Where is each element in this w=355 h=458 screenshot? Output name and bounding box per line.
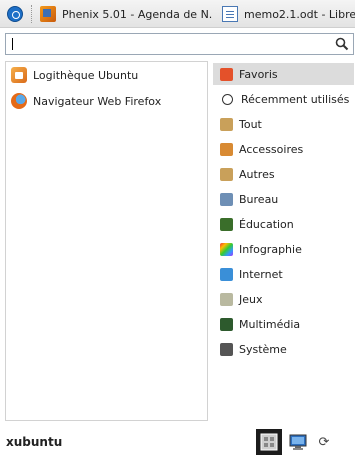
- category-infographie[interactable]: Infographie: [213, 238, 354, 260]
- category-jeux[interactable]: Jeux: [213, 288, 354, 310]
- search-box[interactable]: [5, 33, 354, 55]
- app-window-icon: [40, 6, 56, 22]
- lock-screen-button[interactable]: [285, 429, 311, 455]
- text-cursor: [12, 38, 13, 50]
- firefox-icon: [11, 93, 27, 109]
- logout-button[interactable]: ⟳: [311, 429, 337, 455]
- writer-document-icon: [222, 6, 238, 22]
- category-label: Récemment utilisés: [241, 92, 350, 106]
- category-accessoires[interactable]: Accessoires: [213, 138, 354, 160]
- username-label: xubuntu: [6, 435, 63, 449]
- taskbar-window-button[interactable]: memo2.1.odt - LibreO: [222, 2, 355, 26]
- internet-icon: [220, 267, 233, 281]
- app-item-label: Navigateur Web Firefox: [33, 94, 162, 108]
- xfce-menu-icon[interactable]: [7, 6, 23, 22]
- category-internet[interactable]: Internet: [213, 263, 354, 285]
- logout-icon: ⟳: [318, 434, 330, 450]
- graphics-icon: [220, 242, 233, 256]
- category-label: Tout: [239, 117, 262, 131]
- category-systeme[interactable]: Système: [213, 338, 354, 360]
- category-recent[interactable]: Récemment utilisés: [213, 88, 354, 110]
- category-label: Multimédia: [239, 317, 301, 331]
- all-apps-icon: [220, 117, 233, 131]
- settings-icon: [260, 433, 278, 451]
- category-label: Autres: [239, 167, 275, 181]
- search-input[interactable]: [6, 34, 334, 54]
- category-multimedia[interactable]: Multimédia: [213, 313, 354, 335]
- app-item-label: Logithèque Ubuntu: [33, 68, 139, 82]
- search-icon[interactable]: [335, 37, 349, 51]
- category-label: Infographie: [239, 242, 302, 256]
- other-apps-icon: [220, 167, 233, 181]
- menu-footer: xubuntu ⟳: [0, 425, 355, 458]
- multimedia-icon: [220, 317, 233, 331]
- category-label: Accessoires: [239, 142, 304, 156]
- categories-list: Favoris Récemment utilisés Tout Accessoi…: [213, 61, 355, 421]
- category-education[interactable]: Éducation: [213, 213, 354, 235]
- category-label: Jeux: [239, 292, 263, 306]
- taskbar-separator: [31, 5, 34, 23]
- applications-list: Logithèque Ubuntu Navigateur Web Firefox: [5, 61, 208, 421]
- favorites-icon: [220, 67, 233, 81]
- category-label: Bureau: [239, 192, 279, 206]
- category-favoris[interactable]: Favoris: [213, 63, 354, 85]
- taskbar-window-title: Phenix 5.01 - Agenda de N...: [62, 7, 212, 21]
- category-autres[interactable]: Autres: [213, 163, 354, 185]
- category-bureau[interactable]: Bureau: [213, 188, 354, 210]
- system-icon: [220, 342, 233, 356]
- taskbar-window-button[interactable]: Phenix 5.01 - Agenda de N...: [40, 2, 212, 26]
- recent-history-icon: [222, 93, 233, 105]
- accessories-icon: [220, 142, 233, 156]
- taskbar: Phenix 5.01 - Agenda de N... memo2.1.odt…: [0, 0, 355, 28]
- category-label: Favoris: [239, 67, 278, 81]
- category-label: Système: [239, 342, 287, 356]
- settings-manager-button[interactable]: [256, 429, 282, 455]
- category-tout[interactable]: Tout: [213, 113, 354, 135]
- category-label: Éducation: [239, 217, 294, 231]
- app-item-firefox[interactable]: Navigateur Web Firefox: [11, 89, 161, 113]
- education-icon: [220, 217, 233, 231]
- taskbar-window-title: memo2.1.odt - LibreO: [244, 7, 355, 21]
- office-icon: [220, 192, 233, 206]
- monitor-lock-icon: [289, 434, 307, 450]
- software-center-icon: [11, 67, 27, 83]
- app-item-logitheque[interactable]: Logithèque Ubuntu: [11, 63, 138, 87]
- games-icon: [220, 292, 233, 306]
- category-label: Internet: [239, 267, 283, 281]
